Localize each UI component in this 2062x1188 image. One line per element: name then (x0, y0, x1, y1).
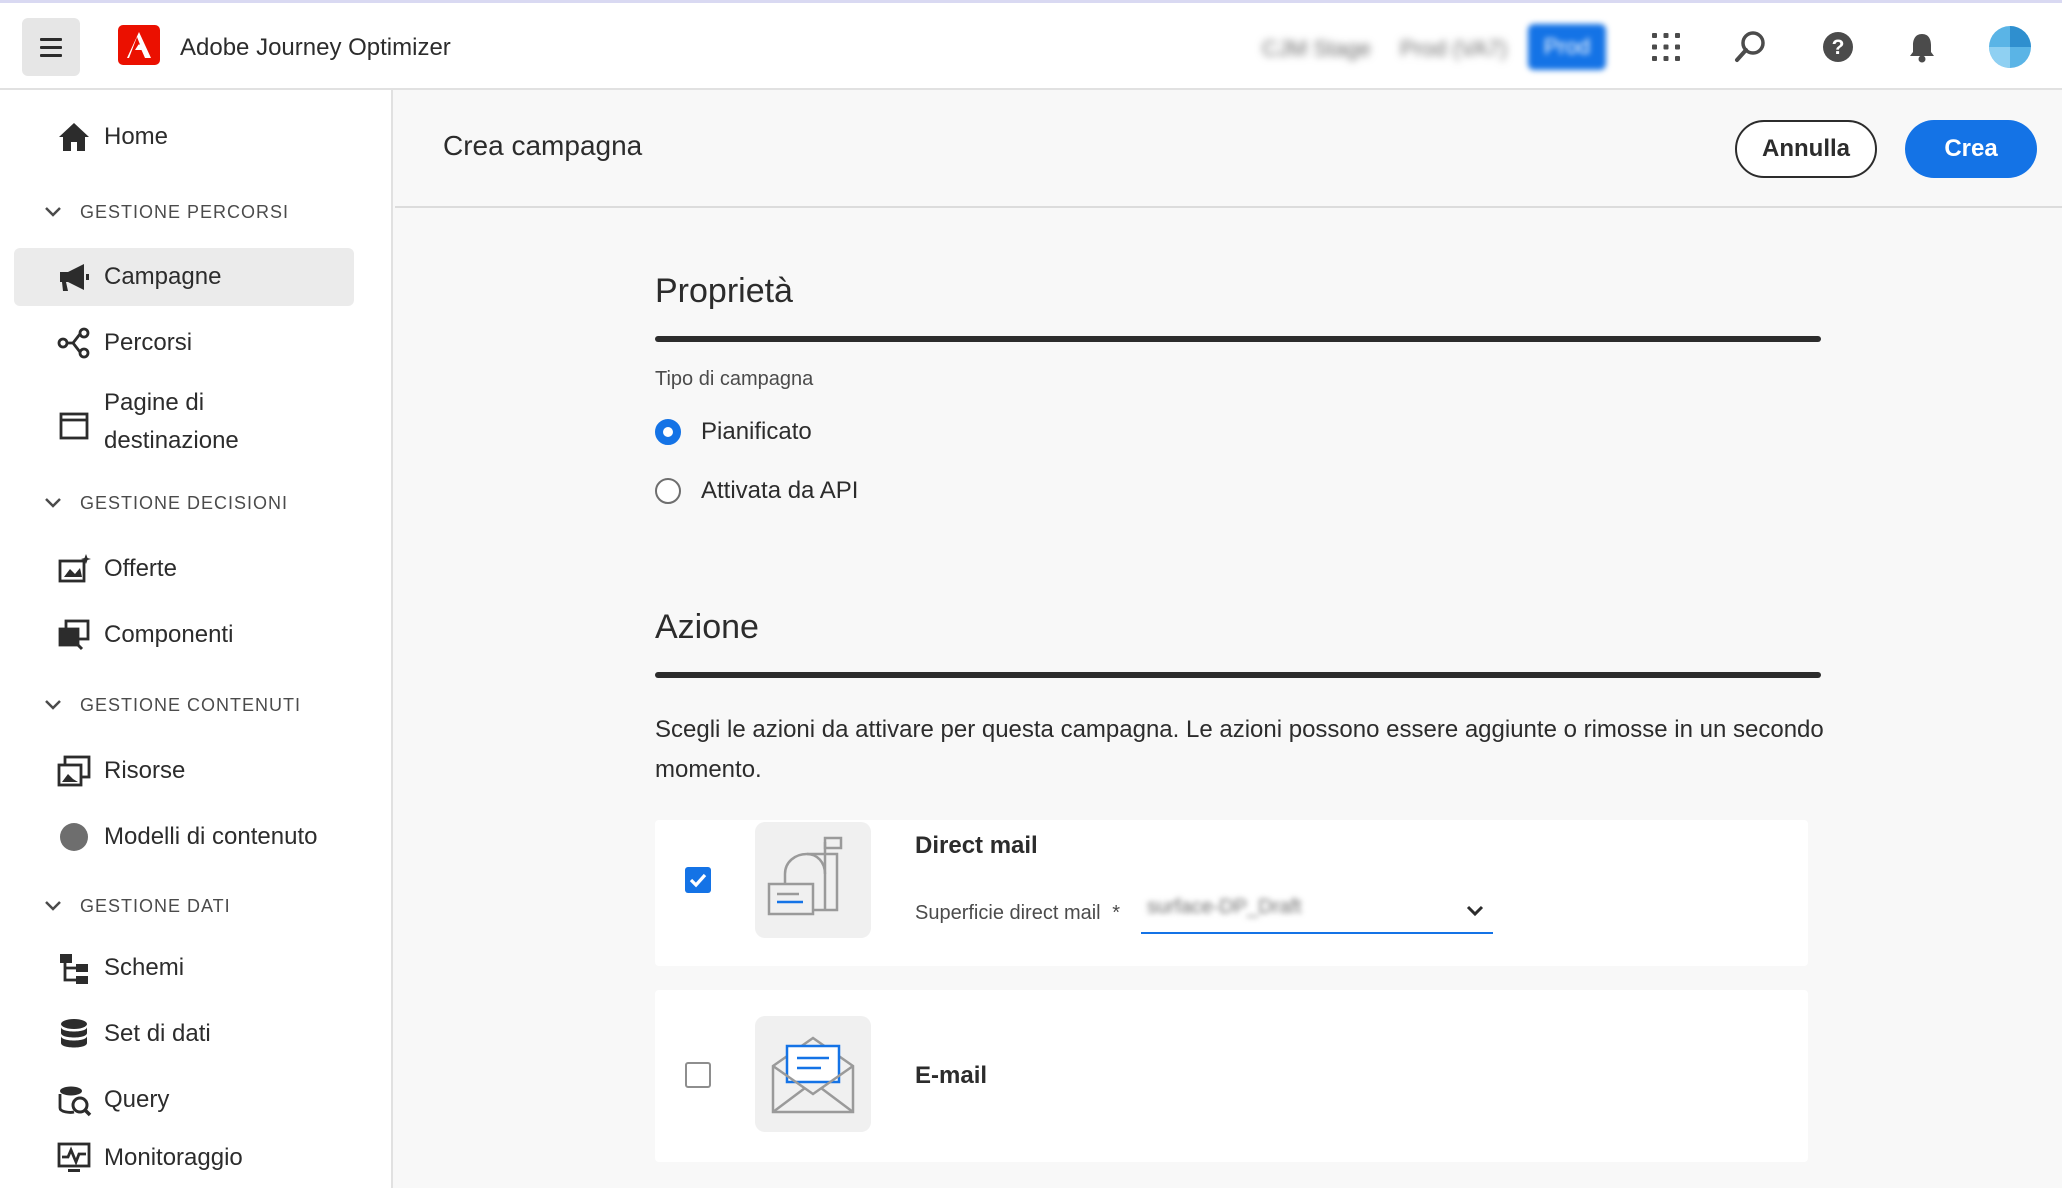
sidebar-item-components[interactable]: Componenti (14, 606, 354, 664)
section-data-management[interactable]: GESTIONE DATI (42, 888, 231, 924)
sidebar-item-home[interactable]: Home (14, 108, 354, 166)
chevron-down-icon (1466, 905, 1484, 917)
sidebar-item-datasets[interactable]: Set di dati (14, 1005, 354, 1063)
radio-button-checked[interactable] (655, 419, 681, 445)
campaign-type-label: Tipo di campagna (655, 368, 814, 390)
direct-mail-title: Direct mail (915, 832, 1038, 859)
env-switcher-stage[interactable]: CJM Stage (1262, 36, 1371, 62)
action-card-direct-mail: Direct mail Superficie direct mail * sur… (655, 820, 1808, 966)
query-icon (56, 1082, 92, 1118)
apps-grid-icon[interactable] (1646, 27, 1686, 67)
chevron-down-icon (45, 207, 61, 217)
action-card-email: E-mail (655, 990, 1808, 1162)
components-icon (56, 617, 92, 653)
notification-bell-icon[interactable] (1902, 27, 1942, 67)
actions-description: Scegli le azioni da attivare per questa … (655, 716, 1824, 783)
megaphone-icon (56, 259, 92, 295)
app-title: Adobe Journey Optimizer (180, 34, 451, 61)
search-icon[interactable] (1730, 27, 1770, 67)
offer-icon (56, 551, 92, 587)
direct-mail-surface-picker[interactable]: surface-DP_Draft (1141, 886, 1493, 934)
direct-mail-thumbnail (755, 822, 871, 938)
sidebar-item-campaigns[interactable]: Campagne (14, 248, 354, 306)
sidebar-item-offers[interactable]: Offerte (14, 540, 354, 598)
sidebar-item-journeys[interactable]: Percorsi (14, 314, 354, 372)
chevron-down-icon (45, 700, 61, 710)
email-checkbox[interactable] (685, 1062, 711, 1088)
env-switcher-prod-uat[interactable]: Prod (VA7) (1400, 36, 1507, 62)
sidebar: Home GESTIONE PERCORSI Campagne Percorsi… (0, 90, 393, 1188)
user-avatar[interactable] (1988, 25, 2032, 69)
assets-icon (56, 753, 92, 789)
section-journey-management[interactable]: GESTIONE PERCORSI (42, 194, 289, 230)
sidebar-item-queries[interactable]: Query (14, 1071, 354, 1129)
content-template-icon (56, 819, 92, 855)
sidebar-item-schemas[interactable]: Schemi (14, 939, 354, 997)
create-button[interactable]: Crea (1905, 120, 2037, 178)
page-title: Crea campagna (443, 130, 643, 161)
cancel-button[interactable]: Annulla (1735, 120, 1877, 178)
sidebar-item-monitoring[interactable]: Monitoraggio (14, 1129, 354, 1187)
email-title: E-mail (915, 1062, 988, 1089)
properties-divider (655, 336, 1821, 342)
page-header: Crea campagna Annulla Crea (395, 90, 2062, 208)
direct-mail-checkbox[interactable] (685, 867, 711, 893)
env-switcher-prod[interactable]: Prod (1528, 24, 1606, 70)
svg-text:?: ? (1832, 36, 1845, 59)
properties-heading: Proprietà (655, 272, 793, 310)
help-icon[interactable]: ? (1818, 27, 1858, 67)
section-content-management[interactable]: GESTIONE CONTENUTI (42, 687, 301, 723)
sidebar-item-content-templates[interactable]: Modelli di contenuto (14, 808, 354, 866)
chevron-down-icon (45, 498, 61, 508)
database-icon (56, 1016, 92, 1052)
adobe-logo[interactable] (118, 25, 160, 65)
radio-button-unchecked[interactable] (655, 478, 681, 504)
sidebar-item-assets[interactable]: Risorse (14, 742, 354, 800)
direct-mail-surface-label: Superficie direct mail * (915, 902, 1120, 924)
home-icon (56, 119, 92, 155)
section-decision-management[interactable]: GESTIONE DECISIONI (42, 485, 288, 521)
email-thumbnail (755, 1016, 871, 1132)
surface-picker-value: surface-DP_Draft (1147, 896, 1302, 918)
actions-heading: Azione (655, 608, 759, 646)
journey-icon (56, 325, 92, 361)
top-bar: Adobe Journey Optimizer CJM Stage Prod (… (0, 0, 2062, 90)
radio-api-triggered[interactable]: Attivata da API (655, 474, 858, 508)
sidebar-item-landing-pages[interactable]: Pagine di destinazione (14, 380, 354, 470)
chevron-down-icon (45, 901, 61, 911)
required-mark: * (1112, 902, 1120, 924)
schema-icon (56, 950, 92, 986)
radio-scheduled[interactable]: Pianificato (655, 415, 812, 449)
monitoring-icon (56, 1140, 92, 1176)
actions-divider (655, 672, 1821, 678)
menu-icon[interactable] (22, 18, 80, 76)
landing-page-icon (56, 407, 92, 443)
